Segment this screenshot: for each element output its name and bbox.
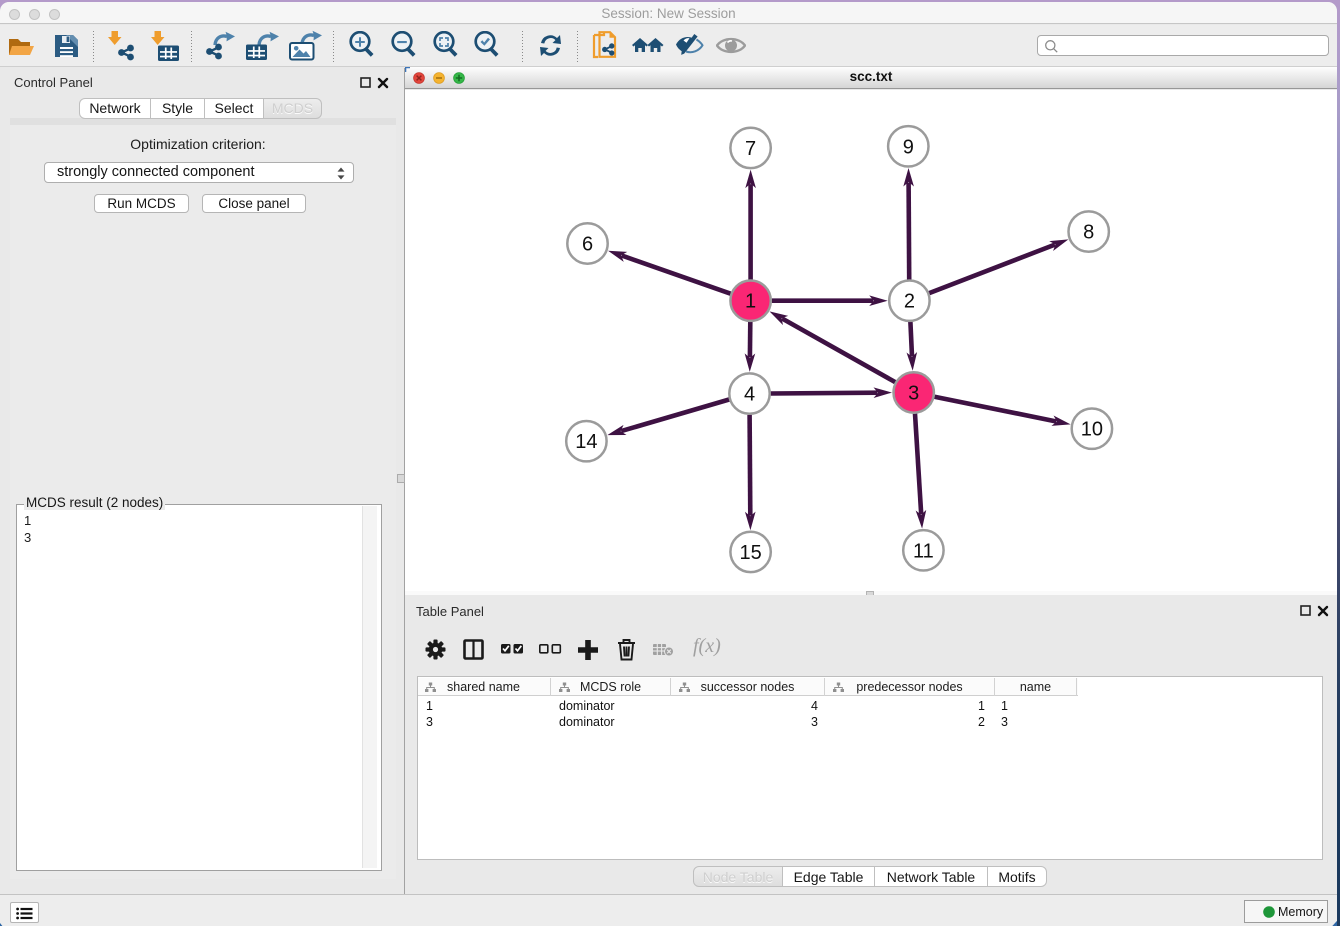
svg-text:2: 2 bbox=[904, 291, 915, 313]
svg-text:3: 3 bbox=[908, 383, 919, 405]
svg-text:10: 10 bbox=[1081, 419, 1103, 441]
svg-text:1: 1 bbox=[745, 291, 756, 313]
svg-text:14: 14 bbox=[575, 431, 597, 453]
svg-text:6: 6 bbox=[582, 234, 593, 256]
svg-text:11: 11 bbox=[913, 540, 934, 562]
svg-text:7: 7 bbox=[745, 138, 756, 160]
svg-text:4: 4 bbox=[744, 384, 755, 406]
svg-text:8: 8 bbox=[1083, 222, 1094, 244]
svg-text:9: 9 bbox=[903, 136, 914, 158]
svg-text:15: 15 bbox=[739, 542, 761, 564]
